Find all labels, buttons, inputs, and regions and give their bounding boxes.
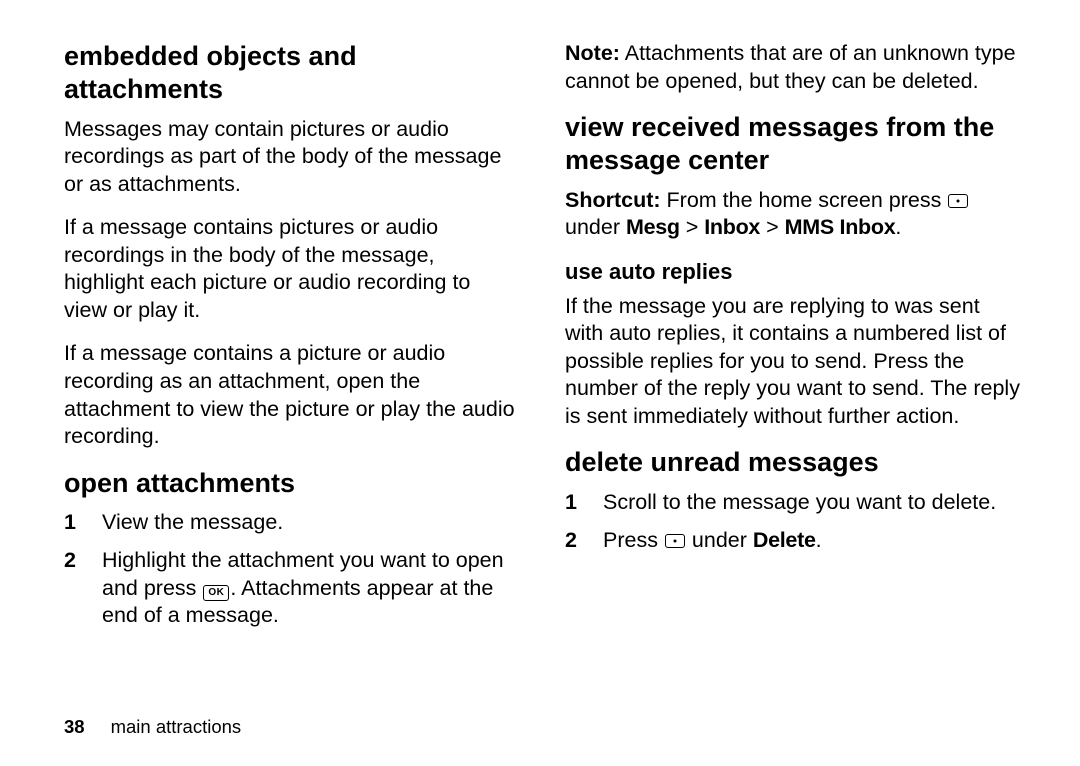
step-text: Scroll to the message you want to delete… <box>603 489 1020 517</box>
heading-open-attachments: open attachments <box>64 467 519 500</box>
text-fragment: From the home screen press <box>661 188 948 212</box>
step-text: Press under Delete. <box>603 527 1020 555</box>
heading-embedded-objects: embedded objects and attachments <box>64 40 519 106</box>
path-separator: > <box>680 215 705 239</box>
heading-delete-unread: delete unread messages <box>565 446 1020 479</box>
step-text: View the message. <box>102 509 519 537</box>
note-paragraph: Note: Attachments that are of an unknown… <box>565 40 1020 95</box>
left-column: embedded objects and attachments Message… <box>64 40 519 640</box>
softkey-icon <box>665 534 685 548</box>
page-body: embedded objects and attachments Message… <box>0 0 1080 640</box>
ordered-list: 1 View the message. 2 Highlight the atta… <box>64 509 519 629</box>
heading-use-auto-replies: use auto replies <box>565 258 1020 287</box>
right-column: Note: Attachments that are of an unknown… <box>565 40 1020 640</box>
softkey-icon <box>948 194 968 208</box>
ok-key-icon: OK <box>203 585 229 601</box>
text-fragment: Press <box>603 528 664 552</box>
paragraph: If a message contains a picture or audio… <box>64 340 519 450</box>
step-number: 2 <box>64 547 102 575</box>
shortcut-paragraph: Shortcut: From the home screen press und… <box>565 187 1020 242</box>
menu-path-inbox: Inbox <box>704 215 760 239</box>
list-item: 1 View the message. <box>64 509 519 537</box>
section-title: main attractions <box>111 716 242 737</box>
list-item: 2 Highlight the attachment you want to o… <box>64 547 519 630</box>
text-fragment: . <box>816 528 822 552</box>
paragraph: If the message you are replying to was s… <box>565 293 1020 431</box>
softkey-label-delete: Delete <box>753 528 816 552</box>
list-item: 1 Scroll to the message you want to dele… <box>565 489 1020 517</box>
list-item: 2 Press under Delete. <box>565 527 1020 555</box>
paragraph: Messages may contain pictures or audio r… <box>64 116 519 199</box>
heading-view-received: view received messages from the message … <box>565 111 1020 177</box>
note-label: Note: <box>565 41 620 65</box>
menu-path-mms-inbox: MMS Inbox <box>785 215 896 239</box>
text-fragment: under <box>686 528 753 552</box>
step-number: 1 <box>64 509 102 537</box>
ordered-list: 1 Scroll to the message you want to dele… <box>565 489 1020 554</box>
step-text: Highlight the attachment you want to ope… <box>102 547 519 630</box>
note-body: Attachments that are of an unknown type … <box>565 41 1016 93</box>
menu-path-mesg: Mesg <box>626 215 680 239</box>
page-number: 38 <box>64 716 85 737</box>
paragraph: If a message contains pictures or audio … <box>64 214 519 324</box>
text-fragment: under <box>565 215 626 239</box>
shortcut-label: Shortcut: <box>565 188 661 212</box>
step-number: 2 <box>565 527 603 555</box>
step-number: 1 <box>565 489 603 517</box>
path-separator: > <box>760 215 785 239</box>
page-footer: 38 main attractions <box>64 716 241 738</box>
